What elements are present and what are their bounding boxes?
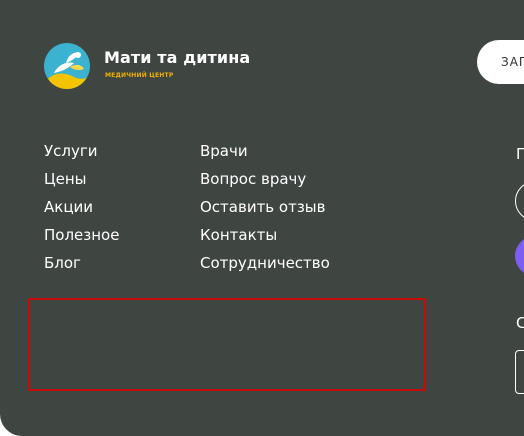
purple-button[interactable] <box>515 236 524 276</box>
footer-link-ask-doctor[interactable]: Вопрос врачу <box>200 170 306 188</box>
footer-link-cooperation[interactable]: Сотрудничество <box>200 254 330 272</box>
subscribe-label: С <box>516 314 524 332</box>
right-column-heading: П <box>516 145 524 163</box>
footer-link-blog[interactable]: Блог <box>44 254 81 272</box>
footer-nav-item: Полезное <box>44 225 119 253</box>
footer-link-leave-review[interactable]: Оставить отзыв <box>200 198 326 216</box>
footer-nav-item: Акции <box>44 197 119 225</box>
outline-button[interactable] <box>515 181 524 221</box>
footer-nav-item: Сотрудничество <box>200 253 330 281</box>
footer-nav-item: Цены <box>44 169 119 197</box>
footer-nav-item: Блог <box>44 253 119 281</box>
footer-nav-item: Вопрос врачу <box>200 169 330 197</box>
footer-nav-column-1: Услуги Цены Акции Полезное Блог <box>44 141 119 281</box>
footer-link-doctors[interactable]: Врачи <box>200 142 248 160</box>
footer-nav-item: Оставить отзыв <box>200 197 330 225</box>
brand-name[interactable]: Мати та дитина <box>104 48 250 67</box>
footer-nav-column-2: Врачи Вопрос врачу Оставить отзыв Контак… <box>200 141 330 281</box>
appointment-button[interactable]: ЗАП <box>477 40 524 84</box>
footer-link-useful[interactable]: Полезное <box>44 226 119 244</box>
footer-link-promotions[interactable]: Акции <box>44 198 93 216</box>
footer-nav-item: Контакты <box>200 225 330 253</box>
footer-link-prices[interactable]: Цены <box>44 170 87 188</box>
footer-nav-item: Врачи <box>200 141 330 169</box>
site-footer: Мати та дитина медичний центр ЗАП Услуги… <box>0 0 524 436</box>
footer-nav-item: Услуги <box>44 141 119 169</box>
stork-logo-icon[interactable] <box>44 43 90 89</box>
email-input[interactable] <box>515 350 524 394</box>
footer-link-contacts[interactable]: Контакты <box>200 226 277 244</box>
footer-link-services[interactable]: Услуги <box>44 142 97 160</box>
highlight-box <box>28 298 426 391</box>
brand-subtitle: медичний центр <box>105 72 174 79</box>
